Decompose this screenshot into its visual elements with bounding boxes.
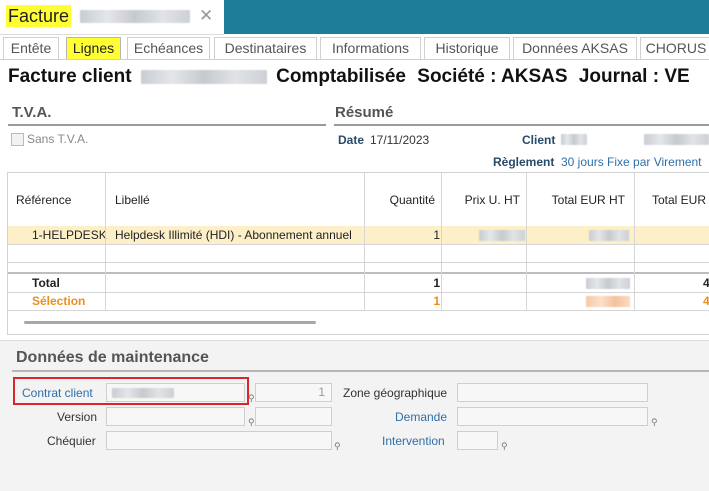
- client-label: Client: [522, 133, 556, 147]
- version-input[interactable]: [106, 407, 245, 426]
- version-extra-field[interactable]: [255, 407, 332, 426]
- col-header-reference[interactable]: Référence: [16, 173, 71, 227]
- pin-icon: ⚲: [248, 417, 255, 427]
- maintenance-title: Données de maintenance: [16, 349, 209, 366]
- tab-informations[interactable]: Informations: [320, 37, 421, 59]
- contrat-number-field[interactable]: 1: [255, 383, 332, 402]
- chequier-label: Chéquier: [47, 434, 96, 448]
- page-title: Facture client Comptabilisée Société : A…: [8, 66, 690, 88]
- col-header-quantite[interactable]: Quantité: [365, 173, 435, 227]
- col-divider: [634, 173, 635, 311]
- chequier-input[interactable]: [106, 431, 332, 450]
- col-divider: [441, 173, 442, 311]
- tab-divider: [0, 59, 709, 60]
- redacted-client-code: [561, 134, 587, 145]
- col-divider: [105, 173, 106, 311]
- redacted-client-name: [644, 134, 709, 145]
- header-prefix: Facture client: [8, 66, 132, 87]
- redacted-total: [586, 278, 630, 289]
- close-icon[interactable]: ✕: [199, 6, 213, 26]
- pin-icon: ⚲: [501, 441, 508, 451]
- header-societe: Société : AKSAS: [417, 66, 568, 87]
- tva-section-title: T.V.A.: [12, 104, 52, 121]
- cell-libelle: Helpdesk Illimité (HDI) - Abonnement ann…: [115, 228, 352, 242]
- redacted-selection-total: [586, 296, 630, 307]
- header-status: Comptabilisée: [276, 66, 406, 87]
- invoice-lines-grid: Référence Libellé Quantité Prix U. HT To…: [7, 172, 709, 335]
- row-divider: [8, 310, 709, 311]
- intervention-input[interactable]: [457, 431, 498, 450]
- selection-label: Sélection: [32, 294, 86, 308]
- redacted-title: [80, 10, 190, 23]
- selection-quantite: 1: [433, 294, 440, 308]
- col-header-total-eur[interactable]: Total EUR: [652, 173, 706, 227]
- reglement-link[interactable]: 30 jours Fixe par Virement: [561, 155, 702, 169]
- pin-icon: ⚲: [651, 417, 658, 427]
- tab-destinataires[interactable]: Destinataires: [214, 37, 317, 59]
- col-header-prix-ht[interactable]: Prix U. HT: [442, 173, 520, 227]
- maintenance-line: [12, 370, 709, 372]
- sans-tva-label: Sans T.V.A.: [27, 132, 89, 146]
- sans-tva-checkbox[interactable]: [11, 133, 24, 146]
- title-bar-accent: [224, 0, 709, 34]
- col-header-total-ht[interactable]: Total EUR HT: [527, 173, 625, 227]
- demande-label[interactable]: Demande: [395, 410, 447, 424]
- zone-geographique-input[interactable]: [457, 383, 648, 402]
- pin-icon: ⚲: [248, 393, 255, 403]
- intervention-label[interactable]: Intervention: [382, 434, 445, 448]
- tab-entete[interactable]: Entête: [3, 37, 59, 59]
- tab-historique[interactable]: Historique: [424, 37, 510, 59]
- tab-lignes[interactable]: Lignes: [66, 37, 121, 59]
- header-journal: Journal : VE: [578, 66, 690, 87]
- cell-reference: 1-HELPDESK: [32, 228, 107, 242]
- date-value: 17/11/2023: [370, 133, 430, 147]
- tab-chorus[interactable]: CHORUS: [640, 37, 709, 59]
- horizontal-scrollbar[interactable]: [24, 321, 316, 324]
- resume-section-title: Résumé: [335, 104, 394, 121]
- row-divider: [8, 262, 709, 263]
- total-tail: 4: [703, 274, 709, 292]
- document-tab[interactable]: Facture ✕: [0, 0, 224, 35]
- row-divider: [8, 244, 709, 245]
- selection-tail: 4: [703, 292, 709, 310]
- tva-section-line: [8, 124, 326, 126]
- col-divider: [526, 173, 527, 311]
- demande-input[interactable]: [457, 407, 648, 426]
- reglement-label: Règlement: [493, 155, 555, 169]
- version-label: Version: [57, 410, 98, 424]
- col-header-libelle[interactable]: Libellé: [115, 173, 150, 227]
- pin-icon: ⚲: [334, 441, 341, 451]
- row-divider: [8, 292, 709, 293]
- total-quantite: 1: [433, 276, 440, 290]
- col-divider: [364, 173, 365, 311]
- zone-geographique-label: Zone géographique: [343, 386, 448, 400]
- redacted-prix: [479, 230, 525, 241]
- tab-donnees-aksas[interactable]: Données AKSAS: [513, 37, 637, 59]
- totals-divider: [8, 272, 709, 274]
- redacted-invoice-number: [140, 69, 267, 84]
- window-title: Facture: [6, 5, 72, 27]
- resume-section-line: [334, 124, 709, 126]
- annotation-box: [13, 377, 249, 405]
- redacted-total-ht: [589, 230, 629, 241]
- total-label: Total: [32, 276, 60, 290]
- cell-quantite: 1: [433, 228, 440, 242]
- date-label: Date: [338, 133, 365, 147]
- tab-echeances[interactable]: Echéances: [127, 37, 210, 59]
